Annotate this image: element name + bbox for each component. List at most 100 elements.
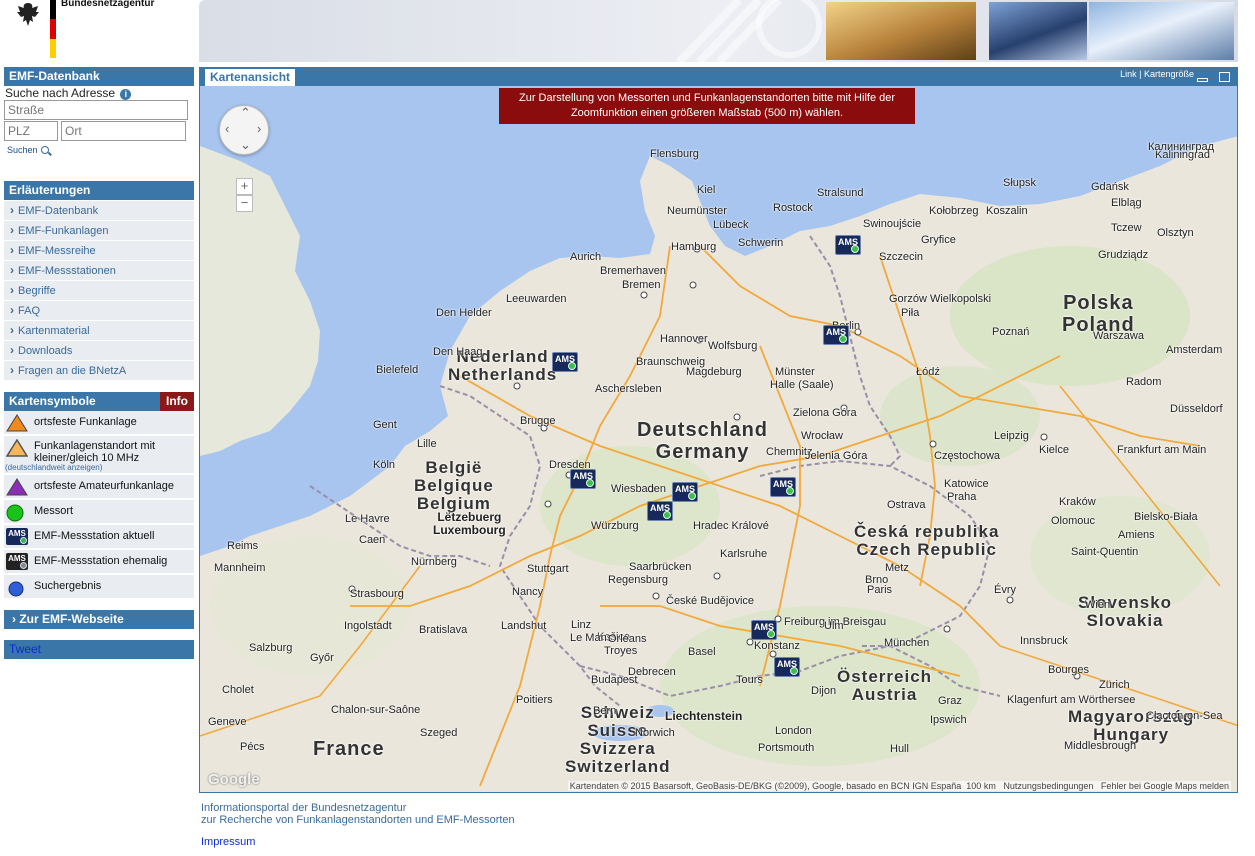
city-label: Middlesbrough: [1064, 740, 1137, 752]
pan-right-icon[interactable]: ›: [257, 121, 261, 136]
city-label: Amiens: [1118, 529, 1155, 541]
plz-input[interactable]: [4, 121, 58, 141]
footer-description: Informationsportal der Bundesnetzagentur…: [201, 802, 515, 826]
pan-left-icon[interactable]: ‹: [225, 121, 229, 136]
report-error-link[interactable]: Fehler bei Google Maps melden: [1101, 781, 1229, 791]
sidebar-item-kartenmaterial[interactable]: Kartenmaterial: [4, 321, 194, 341]
city-label: Gryfice: [921, 234, 956, 246]
blue-dot-icon: [8, 581, 24, 597]
country-label: Lëtzebuerg Luxembourg: [433, 510, 506, 537]
search-button[interactable]: Suchen: [7, 145, 49, 155]
status-dot-icon: [790, 667, 798, 675]
tweet-button[interactable]: Tweet: [4, 640, 194, 659]
ams-station-marker[interactable]: AMS: [751, 620, 777, 640]
status-dot-icon: [568, 362, 576, 370]
pan-control[interactable]: ⌃ ⌄ ‹ ›: [219, 105, 269, 155]
city-label: Dijon: [811, 685, 837, 697]
city-label: Halle (Saale): [770, 379, 834, 391]
terms-link[interactable]: Nutzungsbedingungen: [1003, 781, 1093, 791]
city-label: Brugge: [520, 415, 556, 427]
status-dot-icon: [663, 511, 671, 519]
city-label: Wiesbaden: [611, 483, 667, 495]
city-label: Bourges: [1048, 664, 1089, 676]
legend-search-result: Suchergebnis: [4, 575, 194, 599]
city-label: Radom: [1126, 376, 1162, 388]
emf-website-link[interactable]: › Zur EMF-Webseite: [4, 610, 194, 629]
agency-name: Bundesnetzagentur: [61, 0, 155, 9]
minimize-map-icon[interactable]: [1197, 78, 1208, 82]
city-label: Szeged: [420, 727, 458, 739]
ort-input[interactable]: [61, 121, 186, 141]
zoom-notice: Zur Darstellung von Messorten und Funkan…: [499, 88, 915, 124]
tab-kartenansicht[interactable]: Kartenansicht: [205, 69, 296, 86]
city-label: Amsterdam: [1166, 344, 1223, 356]
info-icon[interactable]: i: [120, 89, 132, 100]
city-label: Bremen: [622, 279, 661, 291]
banner-pattern: [676, 0, 822, 62]
maximize-map-icon[interactable]: [1219, 72, 1230, 82]
country-label: Liechtenstein: [665, 709, 743, 723]
ams-station-marker[interactable]: AMS: [823, 325, 849, 345]
sidebar-item-emf-messreihe[interactable]: EMF-Messreihe: [4, 241, 194, 261]
legend-amateur-radio: ortsfeste Amateurfunkanlage: [4, 475, 194, 499]
city-label: Nürnberg: [411, 556, 457, 568]
info-button[interactable]: Info: [160, 392, 194, 411]
city-label: Ulm: [824, 620, 844, 632]
map-links[interactable]: Link | Kartengröße: [1120, 69, 1194, 79]
agency-logo[interactable]: Bundesnetzagentur: [8, 0, 198, 60]
status-dot-icon: [767, 630, 775, 638]
city-label: Bielsko-Biała: [1134, 511, 1198, 523]
sidebar-item-downloads[interactable]: Downloads: [4, 341, 194, 361]
emf-datenbank-header: EMF-Datenbank: [4, 67, 194, 86]
sidebar-item-emf-messstationen[interactable]: EMF-Messstationen: [4, 261, 194, 281]
city-label: Wrocław: [801, 430, 843, 442]
city-label: Grudziądz: [1098, 249, 1149, 261]
zoom-in-button[interactable]: +: [236, 178, 253, 195]
city-label: Hradec Králové: [693, 520, 769, 532]
country-label: Deutschland Germany: [637, 419, 769, 463]
show-nationwide-link[interactable]: (deutschlandweit anzeigen): [5, 463, 102, 472]
search-icon: [40, 146, 49, 154]
country-label: Österreich Austria: [837, 667, 933, 704]
sidebar-item-fragen-an-die-bnetza[interactable]: Fragen an die BNetzA: [4, 361, 194, 381]
sidebar-item-emf-datenbank[interactable]: EMF-Datenbank: [4, 201, 194, 221]
map-view[interactable]: Deutschland Germany Polska Poland Nederlan…: [199, 86, 1238, 793]
ams-station-marker[interactable]: AMS: [570, 469, 596, 489]
status-dot-icon: [851, 245, 859, 253]
city-label: Flensburg: [650, 148, 699, 160]
google-logo[interactable]: Google: [208, 771, 260, 788]
pan-up-icon[interactable]: ⌃: [240, 105, 251, 121]
city-label: Калининград: [1148, 141, 1215, 153]
map-attribution: Kartendaten © 2015 Basarsoft, GeoBasis-D…: [567, 781, 1231, 791]
legend-fixed-transmitter: ortsfeste Funkanlage: [4, 411, 194, 435]
city-label: Piła: [901, 307, 920, 319]
ams-station-marker[interactable]: AMS: [835, 235, 861, 255]
ams-station-marker[interactable]: AMS: [774, 657, 800, 677]
city-label: Stuttgart: [527, 563, 569, 575]
city-label: Rostock: [773, 202, 813, 214]
ams-station-marker[interactable]: AMS: [647, 501, 673, 521]
city-label: Le Havre: [345, 513, 390, 525]
page: Bundesnetzagentur EMF-Datenbank Suche na…: [0, 0, 1255, 856]
sidebar-item-faq[interactable]: FAQ: [4, 301, 194, 321]
city-label: Győr: [310, 652, 334, 664]
city-label: Würzburg: [591, 520, 639, 532]
impressum-link[interactable]: Impressum: [201, 836, 255, 848]
zoom-out-button[interactable]: −: [236, 195, 253, 212]
city-label: Bratislava: [419, 624, 468, 636]
street-input[interactable]: [4, 100, 188, 120]
country-label: France: [313, 738, 385, 760]
power-line-photo: [826, 2, 976, 60]
city-label: Münster: [775, 366, 815, 378]
ams-station-marker[interactable]: AMS: [552, 352, 578, 372]
city-label: Chalon-sur-Saône: [331, 704, 421, 716]
ams-station-marker[interactable]: AMS: [672, 482, 698, 502]
pan-down-icon[interactable]: ⌄: [240, 137, 251, 153]
sidebar-item-begriffe[interactable]: Begriffe: [4, 281, 194, 301]
sidebar-item-emf-funkanlagen[interactable]: EMF-Funkanlagen: [4, 221, 194, 241]
city-label: Debrecen: [628, 666, 676, 678]
city-label: Jelenia Góra: [805, 450, 868, 462]
city-label: Gent: [373, 419, 397, 431]
ams-station-marker[interactable]: AMS: [770, 477, 796, 497]
city-label: Lille: [417, 438, 437, 450]
